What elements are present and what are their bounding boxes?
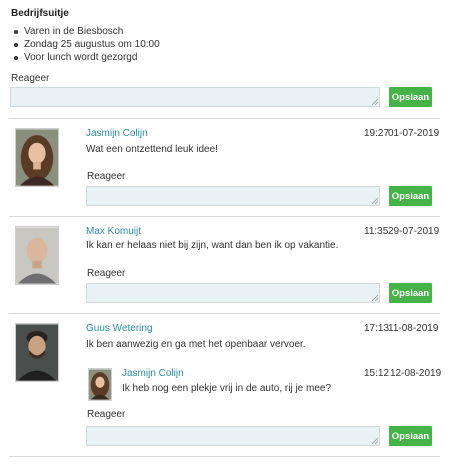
avatar-man-icon (16, 324, 58, 381)
reply-textarea[interactable] (86, 186, 380, 206)
comment-date: 01-07-2019 (388, 128, 440, 139)
avatar (88, 368, 112, 401)
reply-label: Reageer (87, 268, 126, 279)
avatar-woman-icon (16, 129, 58, 186)
comment-date: 29-07-2019 (388, 226, 440, 237)
divider (9, 216, 440, 217)
comment-text: Ik kan er helaas niet bij zijn, want dan… (86, 240, 339, 251)
comment-date: 11-08-2019 (388, 323, 439, 334)
reply-textarea[interactable] (10, 87, 380, 107)
reply-label: Reageer (11, 73, 50, 84)
comment-text: Ik ben aanwezig en ga met het openbaar v… (86, 339, 306, 350)
reply-author[interactable]: Jasmijn Colijn (122, 368, 184, 379)
comment-author[interactable]: Jasmijn Colijn (86, 128, 148, 139)
post-detail-item: Zondag 25 augustus om 10:00 (14, 39, 160, 50)
avatar (15, 226, 59, 285)
reply-textarea[interactable] (86, 283, 380, 303)
divider (9, 118, 440, 119)
reply-time: 15:12 (364, 368, 390, 379)
comment-text: Wat een ontzettend leuk idee! (86, 144, 218, 155)
reply-date: 12-08-2019 (390, 368, 442, 379)
save-button[interactable]: Opslaan (389, 87, 432, 107)
comment-time: 11:35 (364, 226, 389, 237)
divider (9, 313, 440, 314)
post-detail-item: Voor lunch wordt gezorgd (14, 51, 160, 64)
save-button[interactable]: Opslaan (389, 426, 432, 446)
comment-time: 19:27 (364, 128, 390, 139)
avatar-man-icon (16, 227, 58, 284)
reply-label: Reageer (87, 171, 126, 182)
comment-author[interactable]: Max Komuijt (86, 226, 141, 237)
comment-author[interactable]: Guus Wetering (86, 323, 153, 334)
avatar (15, 323, 59, 382)
reply-text: Ik heb nog een plekje vrij in de auto, r… (122, 383, 332, 394)
save-button[interactable]: Opslaan (389, 186, 432, 206)
reply-label: Reageer (87, 409, 126, 420)
post-detail-item: Varen in de Biesbosch (14, 25, 160, 38)
divider (9, 456, 440, 457)
post-title: Bedrijfsuitje (11, 8, 69, 19)
comment-time: 17:13 (364, 323, 390, 334)
save-button[interactable]: Opslaan (389, 283, 432, 303)
post-details-list: Varen in de Biesbosch Zondag 25 augustus… (14, 25, 160, 64)
avatar (15, 128, 59, 187)
reply-textarea[interactable] (86, 426, 380, 446)
avatar-woman-icon (89, 369, 111, 400)
